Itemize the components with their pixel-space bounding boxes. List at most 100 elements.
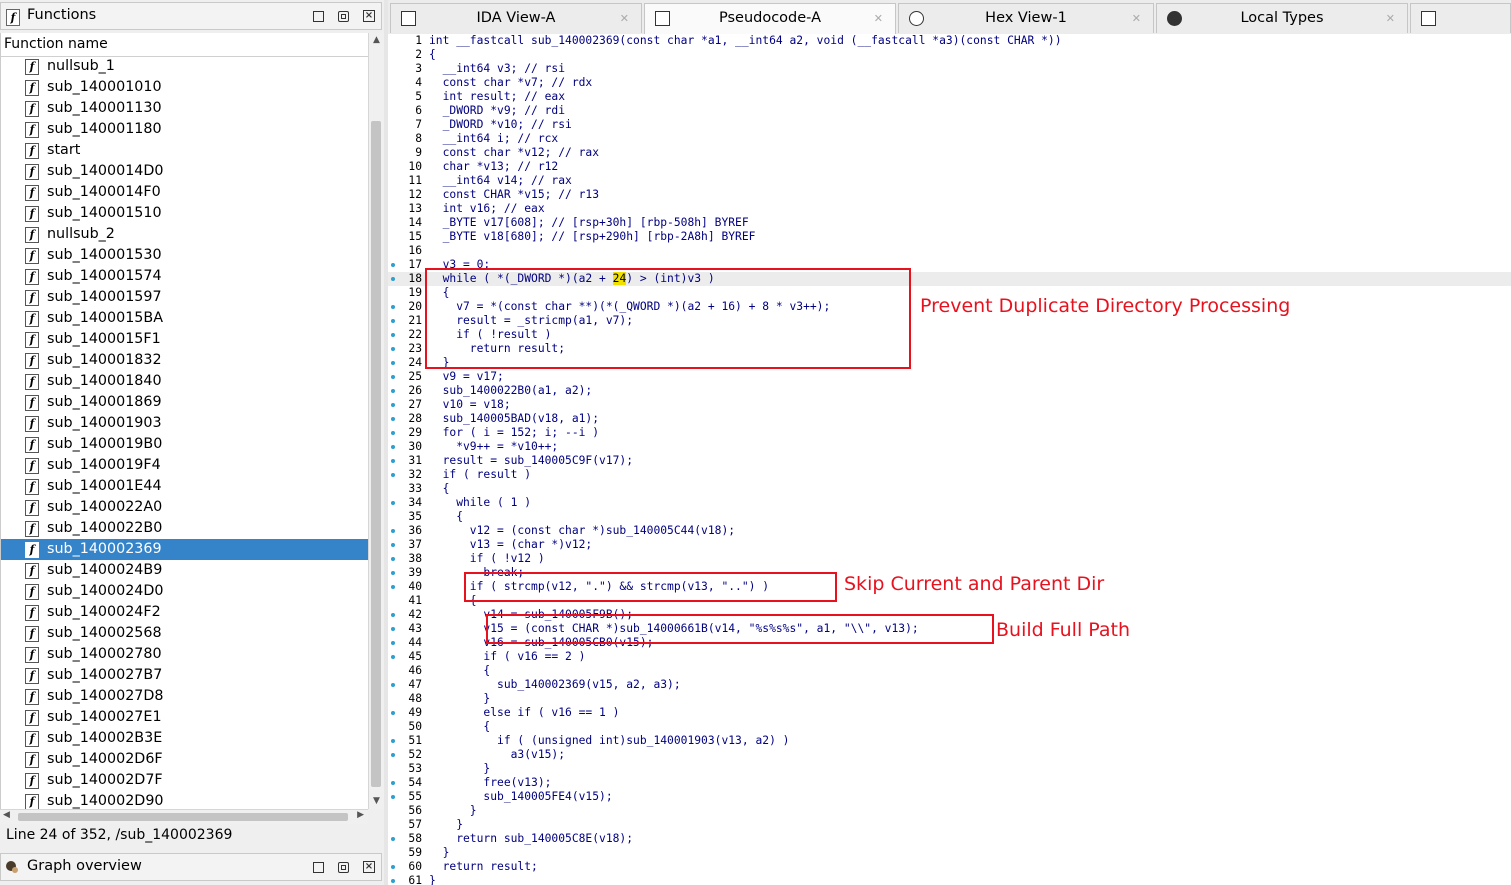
function-list-item[interactable]: f start — [1, 140, 369, 161]
function-list-item[interactable]: f sub_1400019F4 — [1, 455, 369, 476]
code-line[interactable]: 9 const char *v12; // rax — [388, 146, 1511, 160]
tab-ida-view-a[interactable]: IDA View-A ✕ — [390, 3, 642, 33]
code-line[interactable]: 37 v13 = (char *)v12; — [388, 538, 1511, 552]
function-list-item[interactable]: f nullsub_2 — [1, 224, 369, 245]
function-list-item[interactable]: f sub_140002780 — [1, 644, 369, 665]
code-line[interactable]: 6 _DWORD *v9; // rdi — [388, 104, 1511, 118]
code-line[interactable]: 46 { — [388, 664, 1511, 678]
code-line[interactable]: 53 } — [388, 762, 1511, 776]
code-line[interactable]: 36 v12 = (const char *)sub_140005C44(v18… — [388, 524, 1511, 538]
function-list-horizontal-scrollbar[interactable]: ◀ ▶ — [0, 809, 368, 824]
code-line[interactable]: 60 return result; — [388, 860, 1511, 874]
function-list-item[interactable]: f sub_140001510 — [1, 203, 369, 224]
scroll-left-arrow-icon[interactable]: ◀ — [3, 810, 10, 820]
function-list-item[interactable]: f sub_140001832 — [1, 350, 369, 371]
function-list-item[interactable]: f sub_1400024D0 — [1, 581, 369, 602]
function-list-item[interactable]: f sub_1400024F2 — [1, 602, 369, 623]
hscrollbar-thumb[interactable] — [18, 813, 348, 821]
tab-close-icon[interactable]: ✕ — [620, 12, 629, 25]
function-list-item[interactable]: f sub_140002D6F — [1, 749, 369, 770]
function-list-item[interactable]: f sub_140001E44 — [1, 476, 369, 497]
function-list-item[interactable]: f sub_140001597 — [1, 287, 369, 308]
code-line[interactable]: 31 result = sub_140005C9F(v17); — [388, 454, 1511, 468]
code-line[interactable]: 50 { — [388, 720, 1511, 734]
function-list-item[interactable]: f sub_140001574 — [1, 266, 369, 287]
function-list-item[interactable]: f sub_1400024B9 — [1, 560, 369, 581]
code-line[interactable]: 13 int v16; // eax — [388, 202, 1511, 216]
code-line[interactable]: 57 } — [388, 818, 1511, 832]
code-line[interactable]: 38 if ( !v12 ) — [388, 552, 1511, 566]
code-line[interactable]: 16 — [388, 244, 1511, 258]
code-line[interactable]: 11 __int64 v14; // rax — [388, 174, 1511, 188]
code-line[interactable]: 10 char *v13; // r12 — [388, 160, 1511, 174]
code-line[interactable]: 5 int result; // eax — [388, 90, 1511, 104]
panel-float-button[interactable] — [336, 9, 350, 23]
function-list-item[interactable]: f sub_140002D7F — [1, 770, 369, 791]
function-list-item[interactable]: f sub_140001903 — [1, 413, 369, 434]
function-list-item[interactable]: f sub_1400015F1 — [1, 329, 369, 350]
graph-close-button[interactable]: × — [362, 860, 376, 874]
function-list-item[interactable]: f sub_1400015BA — [1, 308, 369, 329]
panel-minimize-button[interactable] — [311, 9, 325, 23]
code-line[interactable]: 1 int __fastcall sub_140002369(const char… — [388, 34, 1511, 48]
code-line[interactable]: 12 const CHAR *v15; // r13 — [388, 188, 1511, 202]
function-list-item[interactable]: f sub_140001869 — [1, 392, 369, 413]
code-line[interactable]: 55 sub_140005FE4(v15); — [388, 790, 1511, 804]
code-line[interactable]: 35 { — [388, 510, 1511, 524]
function-list-item[interactable]: f sub_140001840 — [1, 371, 369, 392]
code-line[interactable]: 3 __int64 v3; // rsi — [388, 62, 1511, 76]
graph-minimize-button[interactable] — [311, 860, 325, 874]
function-list-item[interactable]: f sub_140002568 — [1, 623, 369, 644]
code-line[interactable]: 56 } — [388, 804, 1511, 818]
code-line[interactable]: 52 a3(v15); — [388, 748, 1511, 762]
code-line[interactable]: 26 sub_1400022B0(a1, a2); — [388, 384, 1511, 398]
tab-close-icon[interactable]: ✕ — [1132, 12, 1141, 25]
tab-close-icon[interactable]: ✕ — [874, 12, 883, 25]
pseudocode-view[interactable]: 1 int __fastcall sub_140002369(const char… — [388, 34, 1511, 885]
code-line[interactable]: 32 if ( result ) — [388, 468, 1511, 482]
code-line[interactable]: 34 while ( 1 ) — [388, 496, 1511, 510]
function-list-item[interactable]: f sub_140002D90 — [1, 791, 369, 809]
function-list-item[interactable]: f sub_140001530 — [1, 245, 369, 266]
scroll-right-arrow-icon[interactable]: ▶ — [357, 810, 364, 820]
function-list-item[interactable]: f sub_140001010 — [1, 77, 369, 98]
graph-float-button[interactable] — [336, 860, 350, 874]
function-list-item[interactable]: f sub_1400014F0 — [1, 182, 369, 203]
function-list-item[interactable]: f sub_1400022B0 — [1, 518, 369, 539]
function-list-item[interactable]: f sub_1400027B7 — [1, 665, 369, 686]
code-line[interactable]: 30 *v9++ = *v10++; — [388, 440, 1511, 454]
tab-local-types[interactable]: Local Types ✕ — [1156, 3, 1408, 33]
function-list-item[interactable]: f sub_1400014D0 — [1, 161, 369, 182]
code-line[interactable]: 4 const char *v7; // rdx — [388, 76, 1511, 90]
code-line[interactable]: 54 free(v13); — [388, 776, 1511, 790]
code-line[interactable]: 33 { — [388, 482, 1511, 496]
tab-hex-view-1[interactable]: Hex View-1 ✕ — [898, 3, 1154, 33]
code-line[interactable]: 51 if ( (unsigned int)sub_140001903(v13,… — [388, 734, 1511, 748]
code-line[interactable]: 28 sub_140005BAD(v18, a1); — [388, 412, 1511, 426]
function-list-item[interactable]: f sub_140002369 — [1, 539, 369, 560]
code-line[interactable]: 7 _DWORD *v10; // rsi — [388, 118, 1511, 132]
code-line[interactable]: 29 for ( i = 152; i; --i ) — [388, 426, 1511, 440]
function-list-item[interactable]: f sub_1400027D8 — [1, 686, 369, 707]
tab-pseudocode-a[interactable]: Pseudocode-A ✕ — [644, 3, 896, 35]
scrollbar-thumb[interactable] — [371, 121, 381, 787]
scroll-up-arrow-icon[interactable]: ▲ — [371, 35, 382, 46]
function-list-vertical-scrollbar[interactable]: ▲ ▼ — [368, 33, 384, 809]
code-line[interactable]: 48 } — [388, 692, 1511, 706]
code-line[interactable]: 59 } — [388, 846, 1511, 860]
code-line[interactable]: 58 return sub_140005C8E(v18); — [388, 832, 1511, 846]
code-line[interactable]: 47 sub_140002369(v15, a2, a3); — [388, 678, 1511, 692]
function-list-item[interactable]: f sub_140001130 — [1, 98, 369, 119]
tab-close-icon[interactable]: ✕ — [1386, 12, 1395, 25]
code-line[interactable]: 45 if ( v16 == 2 ) — [388, 650, 1511, 664]
scroll-down-arrow-icon[interactable]: ▼ — [371, 796, 382, 807]
code-line[interactable]: 49 else if ( v16 == 1 ) — [388, 706, 1511, 720]
code-line[interactable]: 61} — [388, 874, 1511, 885]
tab-structures[interactable] — [1410, 3, 1511, 33]
function-list-item[interactable]: f sub_1400027E1 — [1, 707, 369, 728]
code-line[interactable]: 14 _BYTE v17[608]; // [rsp+30h] [rbp-508… — [388, 216, 1511, 230]
code-line[interactable]: 27 v10 = v18; — [388, 398, 1511, 412]
panel-close-button[interactable]: × — [362, 9, 376, 23]
function-list-item[interactable]: f sub_140001180 — [1, 119, 369, 140]
code-line[interactable]: 25 v9 = v17; — [388, 370, 1511, 384]
